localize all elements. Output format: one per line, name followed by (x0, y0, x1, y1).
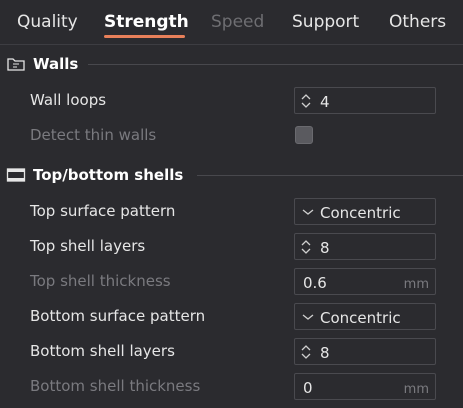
walls-section-rule (88, 64, 463, 65)
tab-speed[interactable]: Speed (211, 12, 264, 32)
spinner-arrows-icon[interactable] (300, 343, 312, 361)
top-surface-pattern-select[interactable]: Concentric (294, 198, 436, 225)
walls-icon (6, 56, 26, 72)
spinner-arrows-icon[interactable] (300, 92, 312, 110)
bottom-shell-layers-label: Bottom shell layers (30, 342, 175, 360)
top-shell-thickness-label: Top shell thickness (30, 272, 171, 290)
shells-section-header: Top/bottom shells (6, 164, 183, 186)
wall-loops-label: Wall loops (30, 91, 107, 109)
shells-section-rule (197, 175, 463, 176)
bottom-shell-thickness-label: Bottom shell thickness (30, 377, 201, 395)
chevron-down-icon (302, 209, 314, 215)
wall-loops-spinbox[interactable]: 4 (294, 87, 436, 114)
top-shell-layers-label: Top shell layers (30, 237, 146, 255)
detect-thin-walls-checkbox[interactable] (295, 126, 313, 144)
detect-thin-walls-label: Detect thin walls (30, 126, 157, 144)
bottom-shell-thickness-unit: mm (403, 382, 429, 397)
bottom-shell-thickness-input[interactable]: 0 mm (294, 373, 436, 400)
top-shell-thickness-unit: mm (403, 277, 429, 292)
top-shell-layers-value[interactable]: 8 (320, 239, 330, 257)
walls-section-title: Walls (33, 55, 79, 73)
tab-strength[interactable]: Strength (104, 12, 189, 32)
top-shell-thickness-value[interactable]: 0.6 (303, 274, 327, 292)
bottom-surface-pattern-label: Bottom surface pattern (30, 307, 206, 325)
walls-section-header: Walls (6, 53, 78, 75)
bottom-surface-pattern-value: Concentric (320, 309, 401, 327)
bottom-shell-layers-value[interactable]: 8 (320, 344, 330, 362)
bottom-shell-layers-spinbox[interactable]: 8 (294, 338, 436, 365)
tab-divider (0, 44, 463, 45)
shells-section-title: Top/bottom shells (33, 166, 184, 184)
bottom-surface-pattern-select[interactable]: Concentric (294, 303, 436, 330)
spinner-arrows-icon[interactable] (300, 238, 312, 256)
shells-icon (6, 167, 26, 183)
tab-quality[interactable]: Quality (17, 12, 78, 32)
active-tab-indicator (104, 35, 185, 38)
tab-others[interactable]: Others (389, 12, 446, 32)
top-surface-pattern-value: Concentric (320, 204, 401, 222)
top-shell-thickness-input[interactable]: 0.6 mm (294, 268, 436, 295)
tab-bar: Quality Strength Speed Support Others (0, 0, 463, 44)
top-shell-layers-spinbox[interactable]: 8 (294, 233, 436, 260)
bottom-shell-thickness-value[interactable]: 0 (303, 379, 313, 397)
wall-loops-value[interactable]: 4 (320, 93, 330, 111)
top-surface-pattern-label: Top surface pattern (30, 202, 176, 220)
tab-support[interactable]: Support (292, 12, 359, 32)
chevron-down-icon (302, 314, 314, 320)
